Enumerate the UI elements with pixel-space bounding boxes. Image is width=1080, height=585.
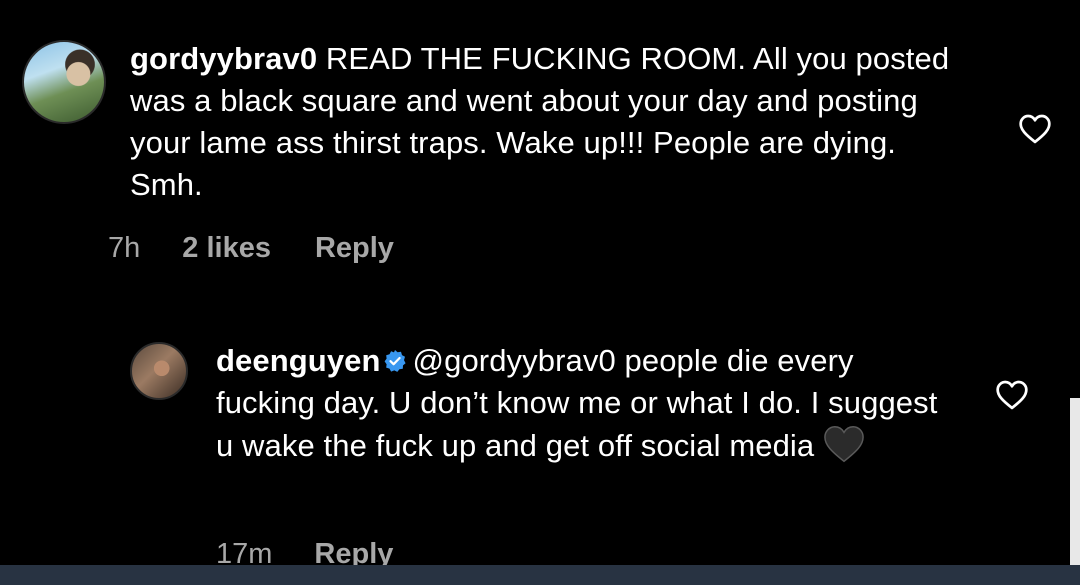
bottom-bar <box>0 565 1080 585</box>
comment-likes-count[interactable]: 2 likes <box>182 232 271 265</box>
heart-outline-icon[interactable] <box>1018 114 1052 144</box>
reply-button[interactable]: Reply <box>315 232 394 265</box>
comment-username[interactable]: gordyybrav0 <box>130 41 317 76</box>
comment-thread-screen: gordyybrav0 READ THE FUCKING ROOM. All y… <box>0 0 1080 585</box>
avatar[interactable] <box>22 40 106 124</box>
comment-text-block: gordyybrav0 READ THE FUCKING ROOM. All y… <box>130 38 960 206</box>
comment-body: gordyybrav0 READ THE FUCKING ROOM. All y… <box>130 38 960 206</box>
heart-outline-icon[interactable] <box>995 380 1029 410</box>
verified-badge-icon <box>384 350 406 372</box>
comment-body: deenguyen @gordyybrav0 people die every … <box>216 340 956 467</box>
black-heart-emoji <box>824 425 865 463</box>
comment-timestamp: 7h <box>108 232 141 264</box>
side-edge <box>1070 398 1080 565</box>
avatar[interactable] <box>130 342 188 400</box>
comment-text-block: deenguyen @gordyybrav0 people die every … <box>216 340 956 467</box>
comment-meta: 7h 2 likes Reply <box>108 232 394 265</box>
comment-deenguyen: deenguyen @gordyybrav0 people die every … <box>130 340 1060 585</box>
mention-link[interactable]: @gordyybrav0 <box>413 343 616 378</box>
comment-username[interactable]: deenguyen <box>216 343 381 378</box>
